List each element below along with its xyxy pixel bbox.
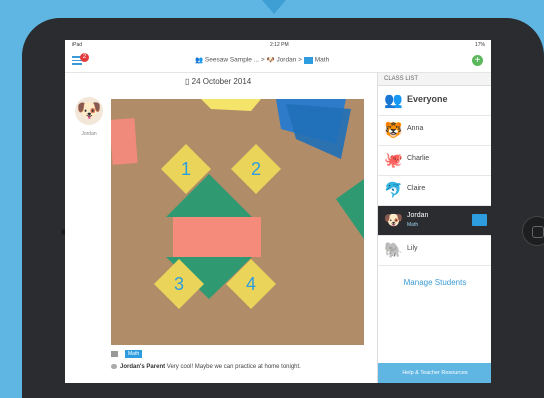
banner-notch xyxy=(262,0,286,14)
student-subfolder: Math xyxy=(407,222,419,228)
carrier-label: iPad xyxy=(72,42,83,48)
help-resources-button[interactable]: Help & Teacher Resources xyxy=(378,363,491,383)
author-name: Jordan xyxy=(81,131,97,137)
calendar-icon: ▯ xyxy=(185,77,192,86)
class-list-header: CLASS LIST xyxy=(378,73,491,86)
comment-icon xyxy=(111,363,117,369)
student-row-jordan[interactable]: 🐶 Jordan Math xyxy=(378,206,491,236)
comment: Jordan's Parent Very cool! Maybe we can … xyxy=(111,363,361,372)
post-date-text: 24 October 2014 xyxy=(191,77,252,86)
student-row-everyone[interactable]: 👥 Everyone xyxy=(378,86,491,116)
elephant-icon: 🐘 xyxy=(384,242,403,259)
post-photo[interactable]: 1 2 3 4 xyxy=(111,99,364,345)
photo-number-1: 1 xyxy=(181,159,191,179)
photo-number-3: 3 xyxy=(174,274,184,294)
student-name: Anna xyxy=(407,125,424,132)
comment-text: Very cool! Maybe we can practice at home… xyxy=(166,364,301,370)
folder-tag[interactable]: Math xyxy=(125,350,143,358)
crumb-separator: > xyxy=(298,56,302,64)
clock: 2:12 PM xyxy=(270,42,289,48)
dog-icon: 🐶 xyxy=(384,212,403,229)
photo-art: 1 2 3 4 xyxy=(111,99,364,345)
notification-badge: 2 xyxy=(80,53,89,62)
dolphin-icon: 🐬 xyxy=(384,182,403,199)
add-post-button[interactable]: + xyxy=(472,55,483,66)
crumb-student[interactable]: Jordan xyxy=(276,57,296,64)
student-name: Claire xyxy=(407,185,426,192)
folder-icon xyxy=(303,56,313,64)
student-row-charlie[interactable]: 🐙 Charlie xyxy=(378,146,491,176)
status-bar: iPad 2:12 PM 17% xyxy=(65,40,491,50)
photo-number-2: 2 xyxy=(251,159,261,179)
crumb-separator: > xyxy=(260,56,265,64)
crumb-class[interactable]: Seesaw Sample ... xyxy=(205,57,259,64)
student-name: Jordan xyxy=(407,212,429,219)
battery-label: 17% xyxy=(474,42,485,48)
home-button[interactable] xyxy=(522,216,544,246)
folder-icon[interactable] xyxy=(472,214,487,226)
student-name: Charlie xyxy=(407,155,430,162)
comment-author: Jordan's Parent xyxy=(120,364,166,370)
crumb-folder[interactable]: Math xyxy=(315,57,329,64)
breadcrumb: 👥 Seesaw Sample ... > 🐶 Jordan > Math xyxy=(195,56,329,64)
journal-feed: ▯ 24 October 2014 🐶 Jordan 1 2 3 4 Math … xyxy=(65,73,377,383)
photo-number-4: 4 xyxy=(246,274,256,294)
dog-icon: 🐶 xyxy=(266,57,275,64)
post-date: ▯ 24 October 2014 xyxy=(185,77,251,86)
folder-tag-icon xyxy=(111,351,118,357)
student-row-claire[interactable]: 🐬 Claire xyxy=(378,176,491,206)
student-name: Lily xyxy=(407,245,418,252)
student-row-anna[interactable]: 🐯 Anna xyxy=(378,116,491,146)
author-avatar[interactable]: 🐶 xyxy=(75,97,103,125)
class-list-panel: CLASS LIST 👥 Everyone 🐯 Anna 🐙 Charlie 🐬… xyxy=(377,73,491,383)
student-name: Everyone xyxy=(407,94,448,104)
people-icon: 👥 xyxy=(384,92,403,109)
octopus-icon: 🐙 xyxy=(384,152,403,169)
nav-bar: 2 👥 Seesaw Sample ... > 🐶 Jordan > Math … xyxy=(65,50,491,73)
manage-students-link[interactable]: Manage Students xyxy=(378,278,491,287)
student-row-lily[interactable]: 🐘 Lily xyxy=(378,236,491,266)
people-icon: 👥 xyxy=(195,57,204,64)
app-screen: iPad 2:12 PM 17% 2 👥 Seesaw Sample ... >… xyxy=(65,40,491,383)
tiger-icon: 🐯 xyxy=(384,122,403,139)
